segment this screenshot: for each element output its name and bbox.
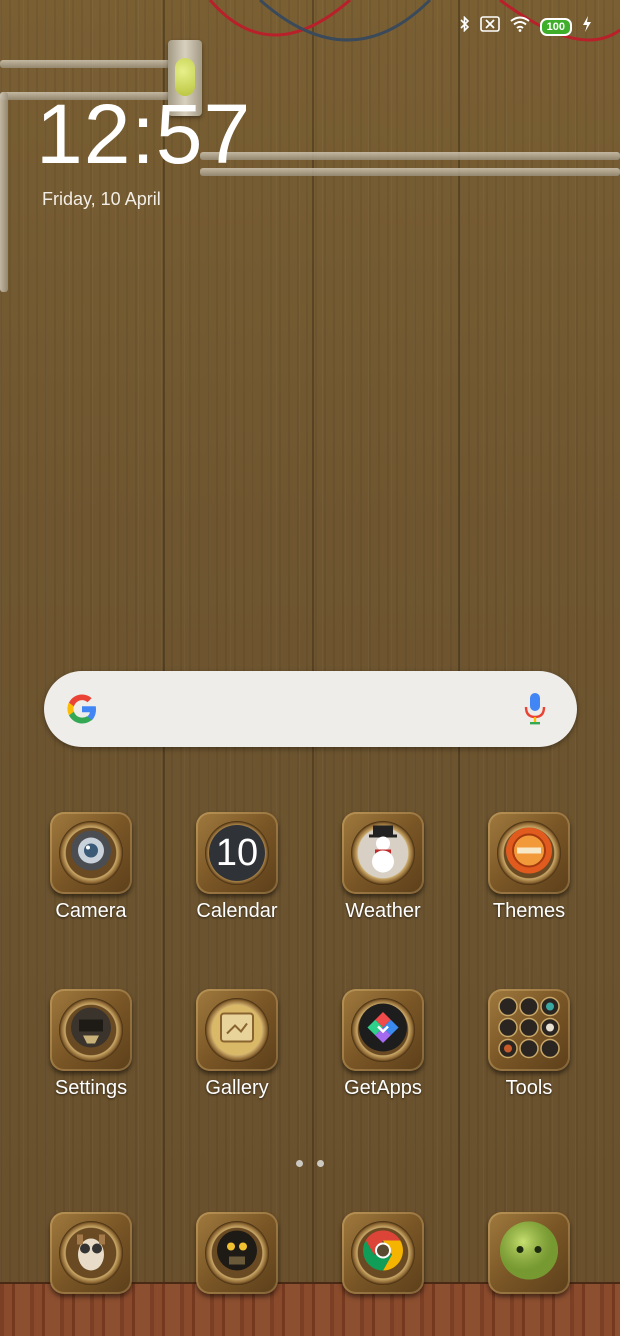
decor-pipe [0, 60, 170, 68]
green-messaging-icon [488, 1212, 570, 1294]
getapps-icon [342, 989, 424, 1071]
gallery-icon [196, 989, 278, 1071]
app-label: Settings [54, 1077, 128, 1099]
no-sim-icon [479, 16, 500, 37]
clock-date[interactable]: Friday, 10 April [42, 189, 161, 210]
page-dot[interactable] [317, 1160, 324, 1167]
page-indicator [296, 1160, 324, 1167]
camera-icon [50, 812, 132, 894]
app-weather[interactable]: Weather [318, 812, 448, 923]
decor-pipe [200, 168, 620, 176]
app-gallery[interactable]: Gallery [172, 989, 302, 1100]
settings-icon [50, 989, 132, 1071]
battery-icon: 100 [539, 17, 572, 36]
app-label: Themes [492, 900, 566, 922]
app-label: Camera [55, 900, 127, 922]
decor-pipe [200, 152, 620, 160]
dock-app-4[interactable] [464, 1212, 594, 1294]
weather-snowman-icon [342, 812, 424, 894]
app-themes[interactable]: Themes [464, 812, 594, 923]
dog-with-glasses-icon [50, 1212, 132, 1294]
calendar-day: 10 [209, 825, 265, 881]
dock-app-1[interactable] [26, 1212, 156, 1294]
app-label: Tools [505, 1077, 553, 1099]
charging-icon [582, 16, 592, 37]
page-dot[interactable] [296, 1160, 303, 1167]
app-label: Gallery [205, 1077, 269, 1099]
robot-icon [196, 1212, 278, 1294]
decor-pipe [0, 92, 8, 292]
wood-plank-groove [163, 0, 165, 1284]
app-calendar[interactable]: 10 Calendar [172, 812, 302, 923]
microphone-icon[interactable] [523, 691, 547, 732]
status-bar: 100 [460, 15, 592, 37]
app-tools-folder[interactable]: Tools [464, 989, 594, 1100]
tools-folder-icon [488, 989, 570, 1071]
google-g-icon [64, 691, 100, 732]
app-label: GetApps [344, 1077, 422, 1099]
themes-icon [488, 812, 570, 894]
app-getapps[interactable]: GetApps [318, 989, 448, 1100]
app-camera[interactable]: Camera [26, 812, 156, 923]
wood-plank-groove [458, 0, 460, 1284]
google-search-bar[interactable] [44, 671, 577, 747]
calendar-icon: 10 [196, 812, 278, 894]
chrome-browser-icon [342, 1212, 424, 1294]
clock-time[interactable]: 12:57 [36, 86, 251, 182]
dock-app-3[interactable] [318, 1212, 448, 1294]
wifi-icon [510, 16, 530, 37]
dock-app-2[interactable] [172, 1212, 302, 1294]
app-label: Calendar [196, 900, 278, 922]
bluetooth-icon [460, 15, 470, 37]
app-label: Weather [345, 900, 421, 922]
app-settings[interactable]: Settings [26, 989, 156, 1100]
wood-plank-groove [312, 0, 314, 1284]
